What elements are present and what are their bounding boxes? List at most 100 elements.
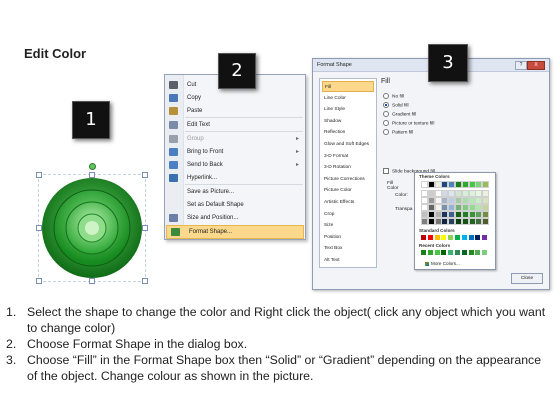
menu-item-label: Hyperlink... [187, 175, 218, 181]
selected-shape[interactable] [36, 163, 148, 284]
format-shape-icon [171, 228, 180, 236]
category-size[interactable]: Size [322, 220, 374, 231]
recent-color-swatch[interactable] [448, 250, 454, 255]
category-list: Fill Line Color Line Style Shadow Reflection… [319, 78, 377, 268]
category-alt-text[interactable]: Alt Text [322, 255, 374, 266]
bring-front-icon [169, 148, 178, 156]
fill-option-no-fill[interactable]: No fill [383, 93, 404, 99]
menu-item-format-shape[interactable]: Format Shape... [166, 225, 304, 239]
theme-color-swatch[interactable] [482, 218, 490, 225]
fill-option-gradient-fill[interactable]: Gradient fill [383, 111, 416, 117]
more-colors-button[interactable]: More Colors... [425, 261, 460, 266]
category-picture-color[interactable]: Picture Color [322, 185, 374, 196]
category-shadow[interactable]: Shadow [322, 116, 374, 127]
rotate-handle[interactable] [89, 163, 96, 170]
menu-item-copy[interactable]: Copy [165, 92, 305, 104]
resize-handle-e[interactable] [142, 225, 148, 231]
fill-option-solid-fill[interactable]: Solid fill [383, 102, 409, 108]
theme-color-swatch[interactable] [482, 211, 490, 218]
recent-color-swatch[interactable] [461, 250, 467, 255]
standard-color-swatch[interactable] [441, 235, 447, 240]
standard-color-swatch[interactable] [427, 235, 433, 240]
fill-color-label: Fill Color [387, 181, 399, 191]
submenu-arrow-icon: ▸ [295, 136, 299, 142]
close-x-button[interactable]: X [527, 61, 545, 70]
recent-color-swatch[interactable] [468, 250, 474, 255]
menu-item-set-as-default-shape[interactable]: Set as Default Shape [165, 199, 305, 211]
fill-option-pattern-fill[interactable]: Pattern fill [383, 129, 413, 135]
standard-color-swatch[interactable] [468, 235, 474, 240]
resize-handle-nw[interactable] [36, 172, 42, 178]
radio-icon [383, 129, 389, 135]
instructions: 1. Select the shape to change the color a… [6, 304, 554, 384]
category-text-box[interactable]: Text Box [322, 243, 374, 254]
menu-item-send-to-back[interactable]: Send to Back ▸ [165, 159, 305, 171]
resize-handle-sw[interactable] [36, 278, 42, 284]
category-3-d-rotation[interactable]: 3-D Rotation [322, 162, 374, 173]
theme-color-swatch[interactable] [482, 190, 490, 197]
category-line-color[interactable]: Line Color [322, 93, 374, 104]
standard-colors-heading: Standard Colors [419, 228, 455, 233]
theme-color-swatch[interactable] [482, 181, 490, 188]
menu-item-save-as-picture[interactable]: Save as Picture... [165, 186, 305, 198]
theme-color-swatch[interactable] [482, 197, 490, 204]
context-menu: Cut Copy Paste Edit Text Group ▸ Bring to Fron… [164, 74, 306, 240]
standard-color-swatch[interactable] [482, 235, 488, 240]
edit-text-icon [169, 121, 178, 129]
resize-handle-se[interactable] [142, 278, 148, 284]
radio-icon [383, 111, 389, 117]
category-fill[interactable]: Fill [322, 81, 374, 92]
standard-color-swatch[interactable] [434, 235, 440, 240]
category-position[interactable]: Position [322, 232, 374, 243]
radio-icon [383, 102, 389, 108]
color-label: Color: [395, 193, 408, 198]
recent-color-swatch[interactable] [421, 250, 426, 255]
resize-handle-s[interactable] [89, 278, 95, 284]
menu-item-size-and-position[interactable]: Size and Position... [165, 212, 305, 224]
menu-item-label: Format Shape... [189, 229, 233, 235]
menu-item-group[interactable]: Group ▸ [165, 133, 305, 145]
recent-color-swatch[interactable] [427, 250, 433, 255]
menu-item-edit-text[interactable]: Edit Text [165, 119, 305, 131]
category-line-style[interactable]: Line Style [322, 104, 374, 115]
theme-color-swatch[interactable] [482, 204, 490, 211]
color-wheel-icon [425, 261, 429, 266]
menu-item-label: Set as Default Shape [187, 202, 244, 208]
category-picture-corrections[interactable]: Picture Corrections [322, 174, 374, 185]
standard-color-swatch[interactable] [448, 235, 454, 240]
menu-item-paste[interactable]: Paste [165, 105, 305, 117]
standard-color-swatch[interactable] [475, 235, 481, 240]
fill-option-picture-or-texture-fill[interactable]: Picture or texture fill [383, 120, 434, 126]
menu-item-label: Size and Position... [187, 215, 239, 221]
category-glow-and-soft-edges[interactable]: Glow and Soft Edges [322, 139, 374, 150]
checkbox-icon [383, 168, 389, 174]
hyperlink-icon [169, 174, 178, 182]
resize-handle-ne[interactable] [142, 172, 148, 178]
menu-item-bring-to-front[interactable]: Bring to Front ▸ [165, 146, 305, 158]
recent-color-swatch[interactable] [434, 250, 440, 255]
category-artistic-effects[interactable]: Artistic Effects [322, 197, 374, 208]
recent-color-swatch[interactable] [455, 250, 460, 255]
recent-color-swatch[interactable] [441, 250, 447, 255]
submenu-arrow-icon: ▸ [295, 162, 299, 168]
send-back-icon [169, 161, 178, 169]
resize-handle-n[interactable] [89, 172, 95, 178]
standard-color-swatch[interactable] [421, 235, 426, 240]
recent-color-swatch[interactable] [475, 250, 481, 255]
instruction-step: 3. Choose “Fill” in the Format Shape box … [6, 353, 542, 383]
recent-color-swatch[interactable] [482, 250, 488, 255]
resize-handle-w[interactable] [36, 225, 42, 231]
category-crop[interactable]: Crop [322, 209, 374, 220]
menu-item-hyperlink[interactable]: Hyperlink... [165, 172, 305, 184]
transparency-label: Transpa [395, 207, 413, 212]
standard-color-swatch[interactable] [461, 235, 467, 240]
help-button[interactable]: ? [515, 61, 527, 70]
standard-color-swatch[interactable] [455, 235, 460, 240]
green-rings-shape[interactable] [40, 176, 144, 280]
category-reflection[interactable]: Reflection [322, 127, 374, 138]
dialog-close-button[interactable]: Close [511, 273, 543, 284]
category-3-d-format[interactable]: 3-D Format [322, 151, 374, 162]
recent-colors-heading: Recent Colors [419, 243, 451, 248]
menu-item-label: Paste [187, 108, 203, 114]
menu-separator [185, 117, 303, 118]
